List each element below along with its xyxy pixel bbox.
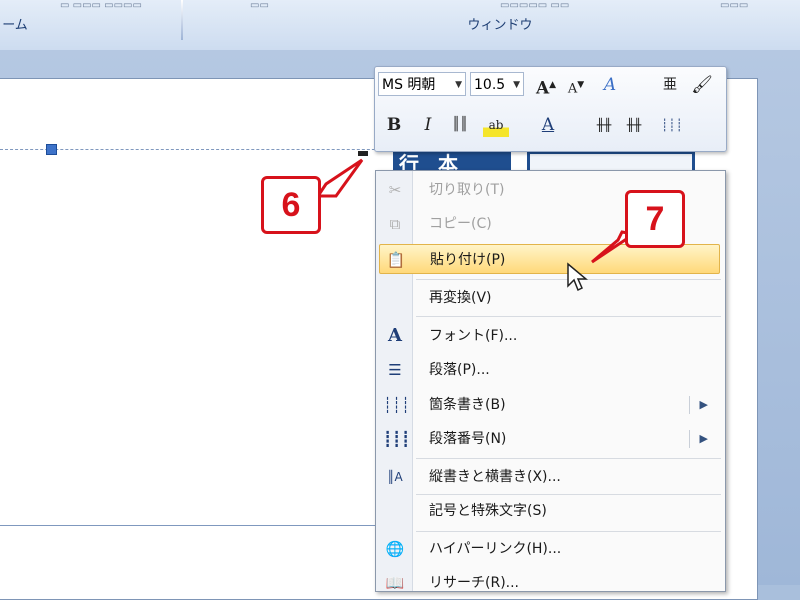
callout-step-6: 6 [261,176,321,234]
callout-pointers [315,158,638,264]
callout-6-pointer [315,158,364,198]
callout-step-7: 7 [625,190,685,248]
mouse-cursor-icon [567,262,588,292]
